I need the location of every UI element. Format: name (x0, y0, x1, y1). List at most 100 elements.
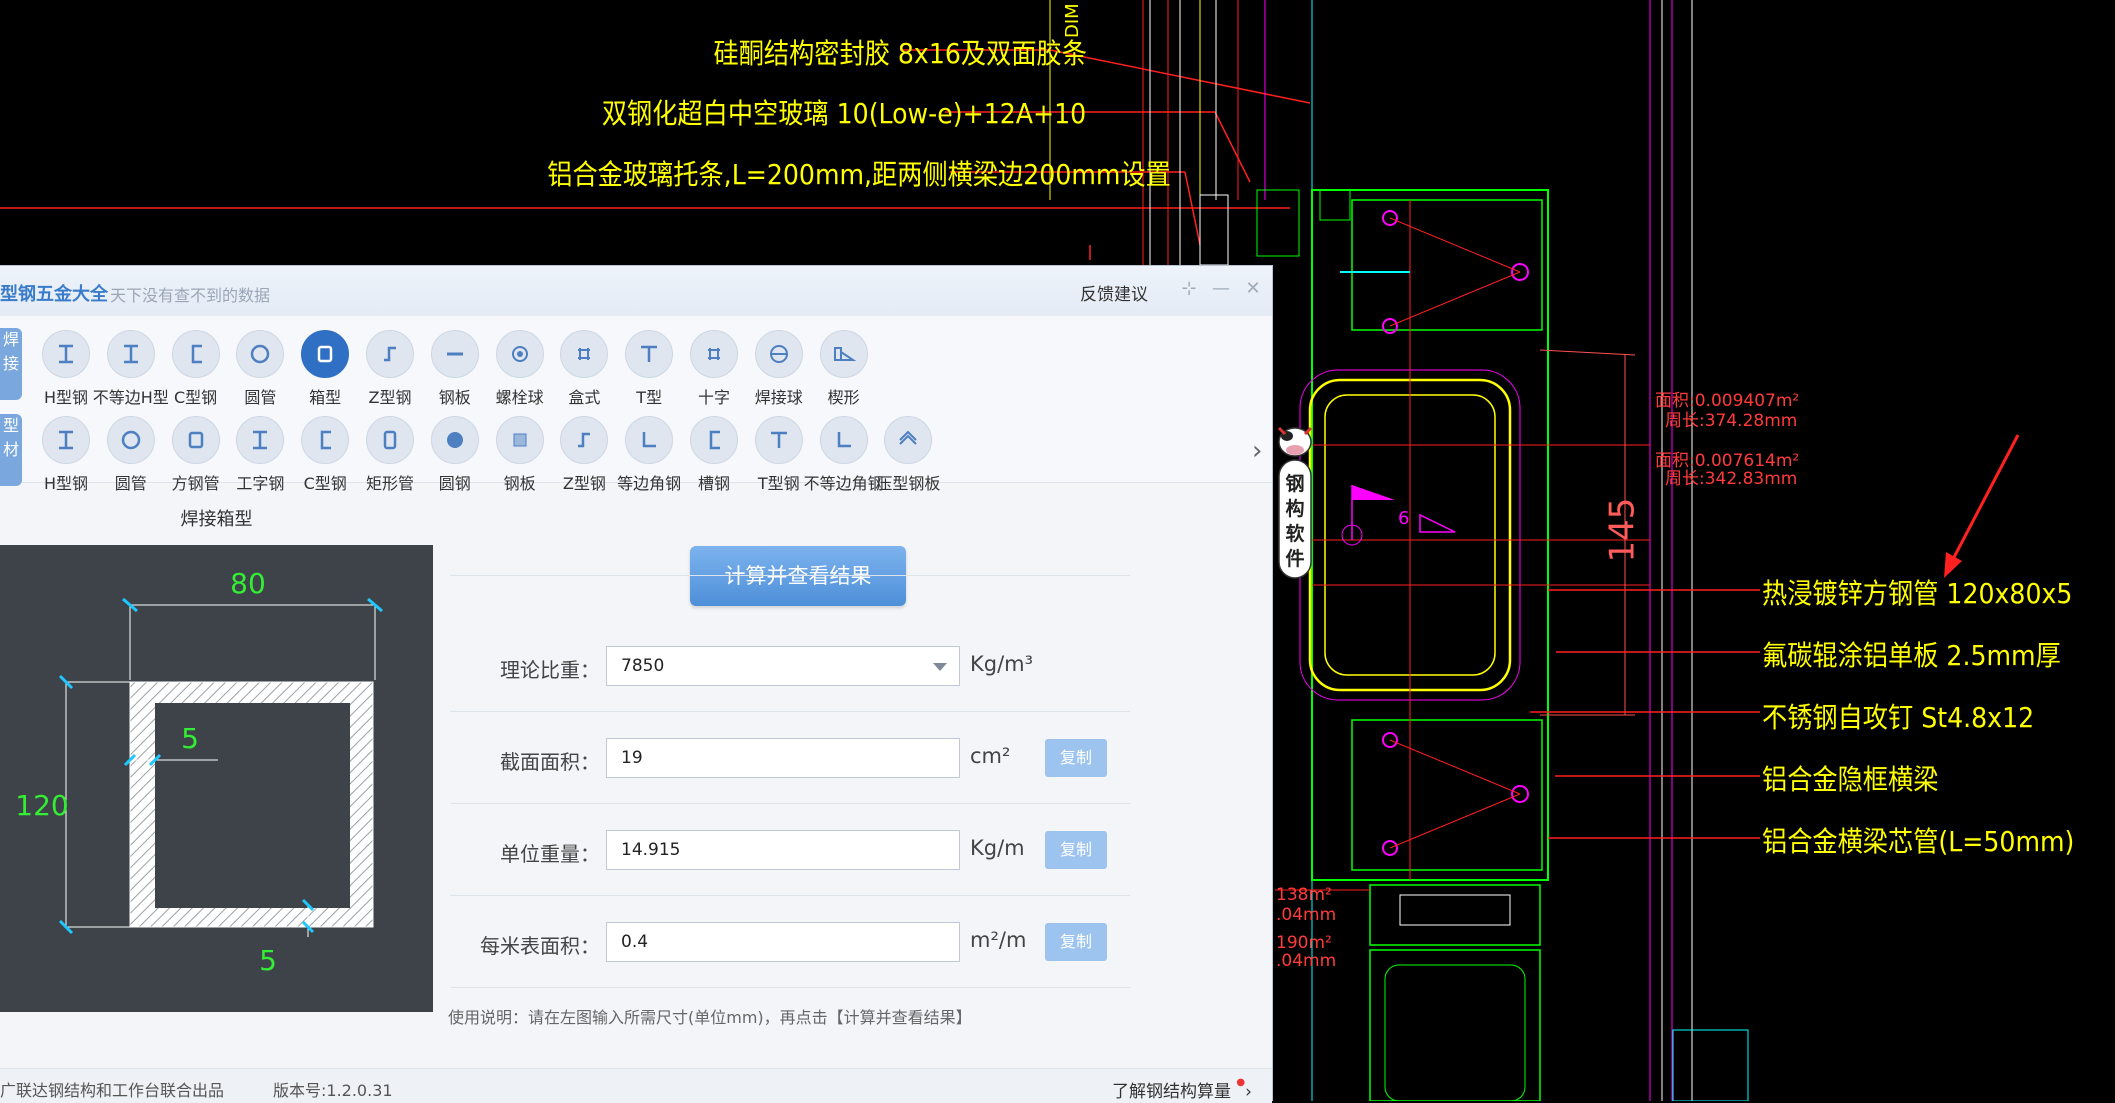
h-beam-icon (42, 416, 90, 464)
tool-label: 压型钢板 (876, 474, 941, 493)
round-tube-icon (236, 330, 285, 378)
area-label: 截面面积： (500, 750, 600, 774)
t-steel-icon (754, 416, 803, 464)
diagram-height-label[interactable]: 120 (15, 789, 68, 822)
surface-area-field[interactable]: 0.4 (606, 922, 960, 962)
channel-icon (690, 416, 738, 464)
unit-weight-unit: Kg/m (970, 836, 1025, 860)
tool-profiled-sheet-profile[interactable]: 压型钢板 (864, 416, 952, 494)
cad-partial-label-4: .04mm (1276, 951, 1337, 971)
app-subtitle: 天下没有查不到的数据 (110, 286, 271, 305)
square-tube-icon (171, 416, 220, 464)
density-unit: Kg/m³ (970, 652, 1034, 676)
box-type-icon (560, 330, 609, 378)
cad-dim-6: 6 (1398, 508, 1410, 529)
feedback-link[interactable]: 反馈建议 (1080, 280, 1148, 305)
status-bar: 广联达钢结构和工作台联合出品 版本号:1.2.0.31 了解钢结构算量 ●› (0, 1068, 1272, 1103)
wedge-icon (819, 330, 868, 378)
cad-note-core-tube: 铝合金横梁芯管(L=50mm) (1762, 825, 2075, 858)
copy-surface-area-button[interactable]: 复制 (1045, 923, 1107, 961)
chevron-right-icon[interactable]: › (1252, 436, 1262, 466)
mascot-label: 钢构软件 (1285, 473, 1305, 570)
box-icon (301, 330, 350, 378)
cad-note-sealant: 硅酮结构密封胶 8x16及双面胶条 (713, 37, 1087, 70)
app-title: 型钢五金大全 (0, 284, 108, 305)
divider (450, 575, 1130, 576)
publisher-text: 广联达钢结构和工作台联合出品 (0, 1081, 225, 1100)
copy-area-button[interactable]: 复制 (1045, 739, 1107, 777)
mascot-cow-icon[interactable]: 钢构软件 (1275, 420, 1315, 585)
cad-perimeter-label-1: 周长:374.28mm (1665, 411, 1798, 431)
c-steel-icon (301, 416, 350, 464)
notification-dot-icon: ● (1236, 1077, 1246, 1088)
surface-area-label: 每米表面积： (480, 934, 600, 958)
cad-note-beam: 铝合金隐框横梁 (1762, 763, 1939, 796)
divider (450, 895, 1130, 896)
diagram-flange-thickness-label[interactable]: 5 (259, 944, 277, 977)
cad-note-glass: 双钢化超白中空玻璃 10(Low-e)+12A+10 (601, 97, 1087, 130)
area-field[interactable]: 19 (606, 738, 960, 778)
steel-hardware-app-window: 型钢五金大全 天下没有查不到的数据 反馈建议 ⊹ — ✕ 焊接 型材 H型钢 不等… (0, 265, 1273, 1103)
area-unit: cm² (970, 744, 1011, 768)
cad-dim-145: 145 (1602, 497, 1643, 563)
z-steel-icon (560, 416, 609, 464)
steel-plate-icon (430, 330, 479, 378)
h-beam-icon (42, 330, 90, 378)
bolt-ball-icon (495, 330, 544, 378)
cad-note-steel-tube: 热浸镀锌方钢管 120x80x5 (1762, 577, 2073, 610)
cross-icon (690, 330, 738, 378)
surface-area-unit: m²/m (970, 928, 1027, 952)
cad-perimeter-label-2: 周长:342.83mm (1665, 469, 1798, 489)
side-tab-profile[interactable]: 型材 (0, 414, 22, 486)
cad-partial-label-1: 138m² (1276, 885, 1332, 905)
unequal-h-beam-icon (106, 330, 155, 378)
tool-wedge-weld[interactable]: 楔形 (800, 330, 888, 408)
cad-note-aluminum-panel: 氟碳辊涂铝单板 2.5mm厚 (1762, 639, 2061, 672)
minimize-icon[interactable]: — (1208, 276, 1234, 302)
box-section-diagram: 80 120 5 5 (0, 545, 433, 1012)
title-bar[interactable]: 型钢五金大全 天下没有查不到的数据 反馈建议 ⊹ — ✕ (0, 266, 1272, 317)
diagram-web-thickness-label[interactable]: 5 (181, 722, 199, 755)
density-select[interactable]: 7850 (606, 646, 960, 686)
cad-partial-label-2: .04mm (1276, 905, 1337, 925)
unit-weight-label: 单位重量： (500, 842, 600, 866)
cad-note-screw: 不锈钢自攻钉 St4.8x12 (1762, 701, 2035, 734)
calculate-button[interactable]: 计算并查看结果 (690, 546, 906, 606)
learn-more-link[interactable]: 了解钢结构算量 ●› (1112, 1077, 1252, 1102)
tool-label: 楔形 (827, 388, 860, 407)
density-value: 7850 (621, 656, 665, 676)
panel-title: 焊接箱型 (180, 509, 253, 530)
side-tab-weld[interactable]: 焊接 (0, 328, 22, 400)
profile-toolbar: 焊接 型材 H型钢 不等边H型 C型钢 圆管 箱型 Z型钢 钢板 螺栓球 盒式 T型 十字 焊接球 楔形… (0, 316, 1272, 493)
version-text: 版本号:1.2.0.31 (273, 1081, 393, 1100)
diagram-width-label[interactable]: 80 (230, 567, 266, 600)
divider (450, 711, 1130, 712)
divider (450, 803, 1130, 804)
usage-instructions: 使用说明：请在左图输入所需尺寸(单位mm)，再点击【计算并查看结果】 (448, 1008, 972, 1027)
section-diagram-panel: 焊接箱型 80 120 5 5 (0, 483, 433, 1051)
close-icon[interactable]: ✕ (1240, 276, 1266, 302)
unequal-angle-icon (819, 416, 868, 464)
learn-more-label: 了解钢结构算量 (1112, 1082, 1231, 1102)
c-steel-icon (171, 330, 220, 378)
round-bar-icon (430, 416, 479, 464)
steel-plate-icon (495, 416, 544, 464)
cad-note-glass-bracket: 铝合金玻璃托条,L=200mm,距两侧横梁边200mm设置 (547, 158, 1171, 191)
z-steel-icon (366, 330, 414, 378)
unit-weight-field[interactable]: 14.915 (606, 830, 960, 870)
pin-icon[interactable]: ⊹ (1176, 276, 1202, 302)
round-tube-icon (106, 416, 155, 464)
divider (450, 987, 1130, 988)
t-type-icon (625, 330, 674, 378)
density-label: 理论比重： (500, 658, 600, 682)
rect-tube-icon (366, 416, 414, 464)
chevron-right-icon: › (1245, 1082, 1252, 1102)
profiled-sheet-icon (884, 416, 933, 464)
i-beam-icon (236, 416, 285, 464)
equal-angle-icon (625, 416, 674, 464)
cad-dim-label: DIM (1062, 3, 1083, 38)
cad-area-label-1: 面积:0.009407m² (1655, 391, 1800, 411)
chevron-down-icon[interactable] (933, 663, 947, 671)
copy-unit-weight-button[interactable]: 复制 (1045, 831, 1107, 869)
weld-ball-icon (754, 330, 803, 378)
